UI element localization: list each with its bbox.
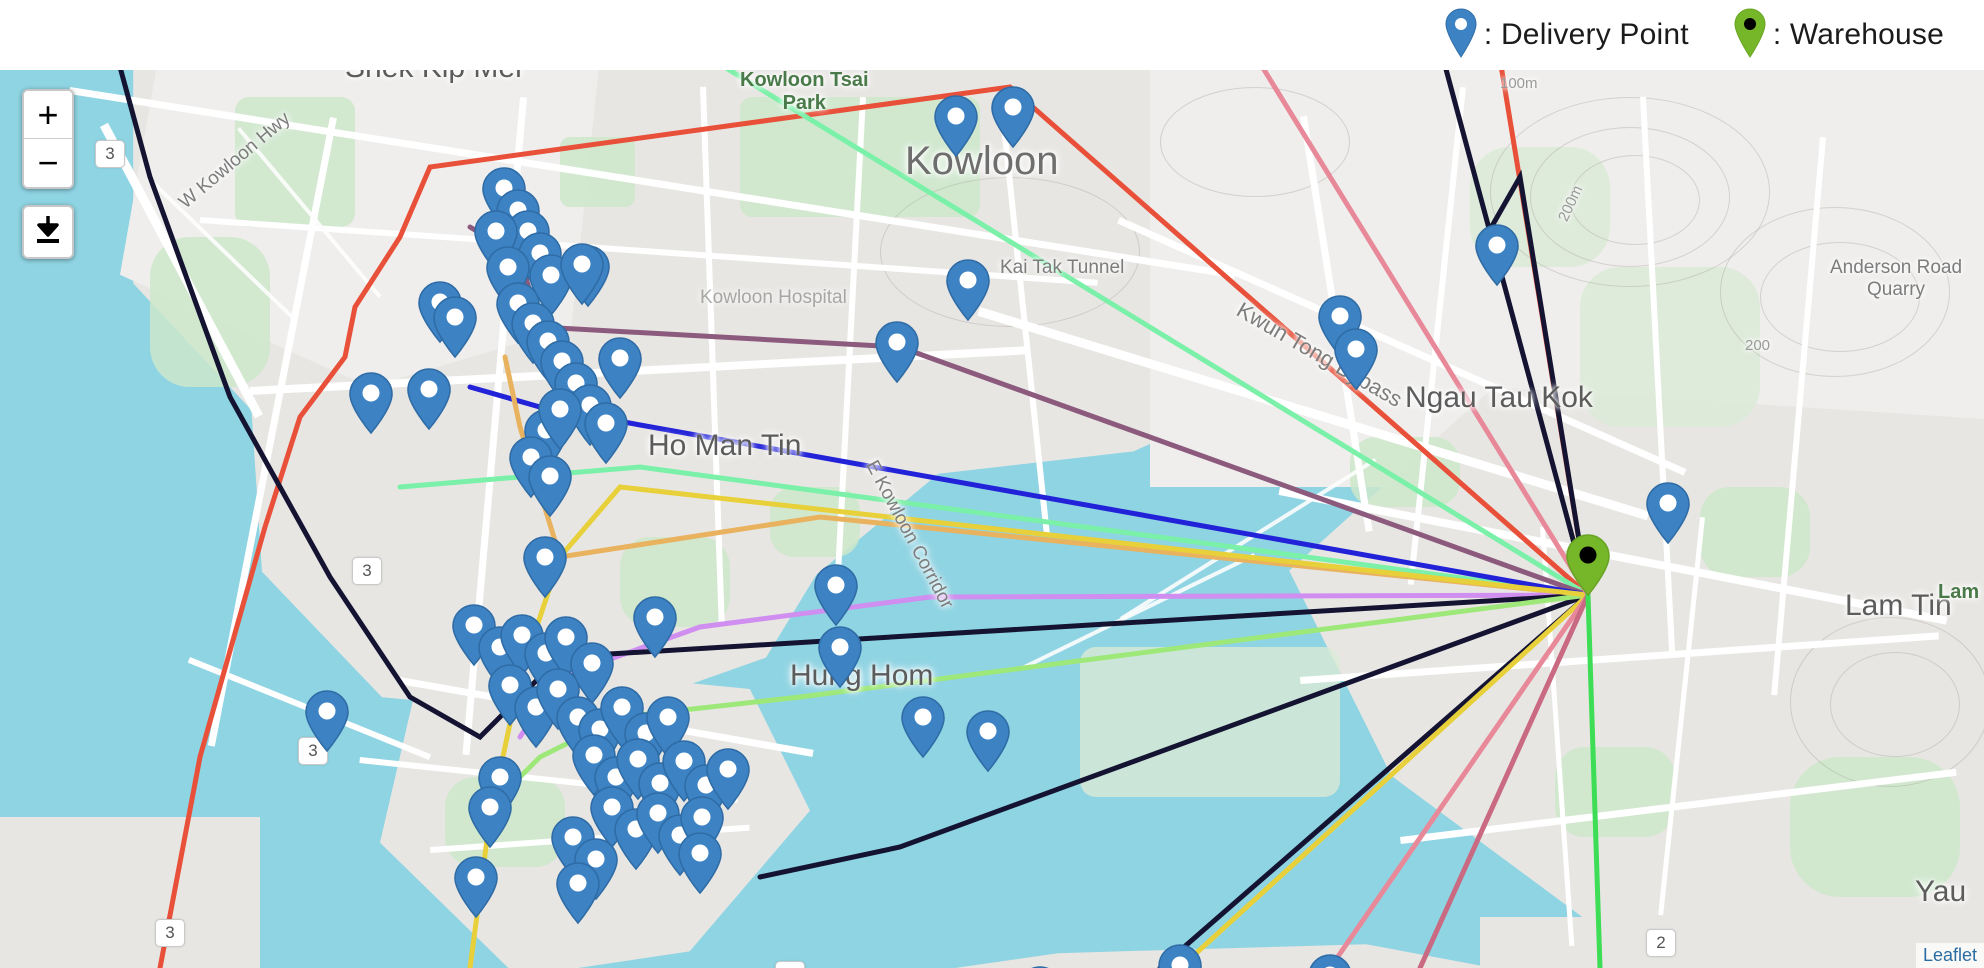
zoom-control: + −: [22, 89, 74, 189]
leaflet-map[interactable]: Shek Kip Mei Kowloon Kowloon Tsai Park H…: [0, 57, 1984, 968]
delivery-point-marker[interactable]: [1307, 953, 1353, 968]
delivery-point-marker[interactable]: [990, 85, 1036, 149]
leaflet-attribution[interactable]: Leaflet: [1916, 943, 1984, 968]
legend-label-delivery-point: : Delivery Point: [1484, 18, 1689, 52]
delivery-point-marker[interactable]: [817, 625, 863, 689]
delivery-point-marker[interactable]: [874, 320, 920, 384]
delivery-point-marker[interactable]: [933, 94, 979, 158]
delivery-point-marker[interactable]: [583, 401, 629, 465]
legend-entry-warehouse: : Warehouse: [1733, 8, 1944, 63]
map-legend: : Delivery Point : Warehouse: [0, 0, 1984, 70]
delivery-point-marker[interactable]: [945, 258, 991, 322]
delivery-point-marker[interactable]: [1474, 223, 1520, 287]
delivery-point-marker[interactable]: [453, 855, 499, 919]
delivery-point-marker[interactable]: [527, 454, 573, 518]
delivery-point-marker[interactable]: [1333, 327, 1379, 391]
delivery-point-marker[interactable]: [597, 336, 643, 400]
delivery-point-marker[interactable]: [559, 242, 605, 306]
map-pin-blue-icon: [1444, 8, 1478, 63]
delivery-point-marker[interactable]: [555, 861, 601, 925]
delivery-point-marker[interactable]: [406, 367, 452, 431]
delivery-point-marker[interactable]: [348, 371, 394, 435]
warehouse-marker[interactable]: [1565, 533, 1611, 597]
map-pin-green-icon: [1733, 8, 1767, 63]
delivery-point-marker[interactable]: [965, 709, 1011, 773]
delivery-point-marker[interactable]: [432, 295, 478, 359]
delivery-point-marker[interactable]: [900, 695, 946, 759]
map-markers-layer: [0, 57, 1984, 968]
delivery-point-marker[interactable]: [1157, 943, 1203, 968]
delivery-point-marker[interactable]: [632, 595, 678, 659]
legend-label-warehouse: : Warehouse: [1773, 18, 1944, 52]
delivery-point-marker[interactable]: [813, 563, 859, 627]
zoom-out-button[interactable]: −: [24, 139, 72, 187]
delivery-point-marker[interactable]: [467, 785, 513, 849]
legend-entry-delivery-point: : Delivery Point: [1444, 8, 1689, 63]
download-icon: [33, 214, 63, 251]
zoom-in-button[interactable]: +: [24, 91, 72, 139]
delivery-point-marker[interactable]: [304, 689, 350, 753]
map-application: : Delivery Point : Warehouse: [0, 0, 1984, 968]
delivery-point-marker[interactable]: [522, 535, 568, 599]
delivery-point-marker[interactable]: [1645, 481, 1691, 545]
download-button[interactable]: [22, 205, 74, 259]
delivery-point-marker[interactable]: [677, 831, 723, 895]
